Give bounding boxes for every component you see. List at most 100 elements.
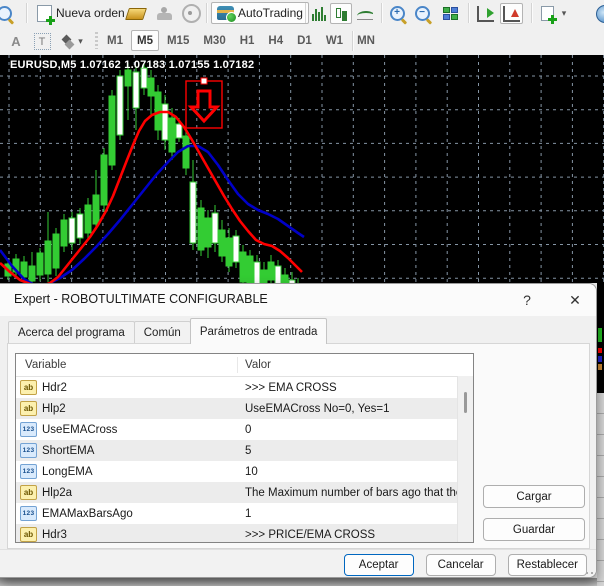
candle-body bbox=[218, 229, 226, 257]
timeframe-button-M1[interactable]: M1 bbox=[101, 30, 129, 51]
text-label-icon[interactable]: A bbox=[5, 31, 27, 52]
param-value[interactable]: 0 bbox=[238, 424, 473, 436]
timeframe-button-H1[interactable]: H1 bbox=[234, 30, 261, 51]
timeframe-button-M30[interactable]: M30 bbox=[197, 30, 231, 51]
restablecer-button[interactable]: Restablecer bbox=[507, 553, 587, 576]
toolbar-grip[interactable] bbox=[95, 32, 98, 49]
aceptar-button[interactable]: Aceptar bbox=[343, 553, 414, 576]
parameters-table[interactable]: Variable Valor ab Hdr2 >>> EMA CROSS ab Hlp2… bbox=[15, 353, 474, 543]
dialog-shadow bbox=[0, 578, 597, 586]
dialog-title-bar[interactable]: Expert - ROBOTULTIMATE CONFIGURABLE ? ✕ bbox=[0, 284, 596, 316]
column-header-valor[interactable]: Valor bbox=[238, 359, 271, 371]
timeframe-button-M5[interactable]: M5 bbox=[130, 30, 159, 51]
magnifier-icon[interactable] bbox=[0, 3, 15, 24]
param-value[interactable]: >>> PRICE/EMA CROSS bbox=[238, 529, 473, 541]
table-scrollbar[interactable] bbox=[457, 376, 473, 542]
param-name: Hdr3 bbox=[42, 528, 67, 541]
string-param-icon: ab bbox=[20, 527, 37, 542]
candle-body bbox=[124, 69, 132, 87]
column-header-variable[interactable]: Variable bbox=[16, 357, 238, 373]
timeframe-button-M15[interactable]: M15 bbox=[161, 30, 195, 51]
param-row-Hlp2[interactable]: ab Hlp2 UseEMACross No=0, Yes=1 bbox=[16, 398, 473, 419]
price-chart[interactable]: EURUSD,M5 1.07162 1.07183 1.07155 1.0718… bbox=[0, 55, 604, 310]
chart-shift-icon[interactable] bbox=[500, 3, 523, 24]
param-value[interactable]: 1 bbox=[238, 508, 473, 520]
toolbar-separator bbox=[352, 31, 353, 51]
timeframe-button-MN[interactable]: MN bbox=[351, 30, 381, 51]
guardar-button[interactable]: Guardar bbox=[483, 518, 585, 541]
param-row-ShortEMA[interactable]: 123 ShortEMA 5 bbox=[16, 440, 473, 461]
resize-grip[interactable] bbox=[591, 572, 593, 574]
string-param-icon: ab bbox=[20, 401, 37, 416]
param-value[interactable]: 5 bbox=[238, 445, 473, 457]
param-row-Hdr3[interactable]: ab Hdr3 >>> PRICE/EMA CROSS bbox=[16, 524, 473, 542]
line-chart-icon[interactable] bbox=[354, 3, 376, 24]
zoom-in-icon[interactable]: + bbox=[386, 3, 408, 24]
price-scale-mark bbox=[598, 356, 602, 362]
new-chart-dropdown-icon[interactable]: ▾ bbox=[558, 3, 570, 24]
dialog-title: Expert - ROBOTULTIMATE CONFIGURABLE bbox=[14, 292, 268, 306]
timeframe-button-D1[interactable]: D1 bbox=[291, 30, 318, 51]
auto-scroll-icon[interactable] bbox=[474, 3, 496, 24]
candle-body bbox=[189, 181, 197, 244]
background-panel-strip bbox=[597, 393, 604, 586]
param-value[interactable]: >>> EMA CROSS bbox=[238, 382, 473, 394]
zoom-out-icon[interactable]: − bbox=[411, 3, 433, 24]
candle-body bbox=[168, 117, 176, 153]
objects-list-icon[interactable]: ▾ bbox=[58, 31, 88, 52]
tile-windows-icon[interactable] bbox=[439, 3, 461, 24]
signals-icon[interactable] bbox=[180, 3, 202, 24]
gold-bar-icon[interactable] bbox=[125, 3, 147, 24]
new-order-button[interactable]: Nueva orden bbox=[31, 2, 131, 25]
help-button[interactable]: ? bbox=[514, 289, 540, 311]
text-box-icon[interactable]: T bbox=[31, 31, 53, 52]
param-value[interactable]: 10 bbox=[238, 466, 473, 478]
tab-acerca-del-programa[interactable]: Acerca del programa bbox=[8, 321, 135, 344]
table-header: Variable Valor bbox=[16, 354, 473, 377]
param-row-EMAMaxBarsAgo[interactable]: 123 EMAMaxBarsAgo 1 bbox=[16, 503, 473, 524]
candle-body bbox=[76, 213, 84, 239]
new-chart-icon[interactable] bbox=[536, 3, 558, 24]
param-row-Hdr2[interactable]: ab Hdr2 >>> EMA CROSS bbox=[16, 377, 473, 398]
timeframe-button-W1[interactable]: W1 bbox=[320, 30, 349, 51]
param-name: UseEMACross bbox=[42, 423, 118, 436]
cancelar-button[interactable]: Cancelar bbox=[425, 553, 496, 576]
param-row-Hlp2a[interactable]: ab Hlp2a The Maximum number of bars ago th… bbox=[16, 482, 473, 503]
param-name: EMAMaxBarsAgo bbox=[42, 507, 133, 520]
close-icon[interactable]: ✕ bbox=[562, 289, 588, 311]
sell-signal-object[interactable] bbox=[185, 77, 223, 129]
cargar-button[interactable]: Cargar bbox=[483, 485, 585, 508]
scrollbar-thumb[interactable] bbox=[464, 392, 467, 413]
integer-param-icon: 123 bbox=[20, 443, 37, 458]
candle-body bbox=[267, 261, 275, 281]
toolbar-separator bbox=[206, 3, 207, 23]
toolbar-separator bbox=[305, 3, 306, 23]
price-scale-mark bbox=[598, 364, 602, 370]
candle-body bbox=[175, 123, 183, 139]
new-order-icon bbox=[37, 4, 55, 25]
tab-com-n[interactable]: Común bbox=[133, 321, 191, 344]
timeframe-button-H4[interactable]: H4 bbox=[262, 30, 289, 51]
integer-param-icon: 123 bbox=[20, 464, 37, 479]
param-value[interactable]: UseEMACross No=0, Yes=1 bbox=[238, 403, 473, 415]
price-scale-mark bbox=[598, 328, 602, 342]
clock-icon[interactable] bbox=[594, 3, 604, 24]
param-name: LongEMA bbox=[42, 465, 93, 478]
tab-par-metros-de-entrada[interactable]: Parámetros de entrada bbox=[189, 318, 328, 344]
toolbar-separator bbox=[531, 3, 532, 23]
new-order-label: Nueva orden bbox=[56, 6, 125, 20]
param-row-UseEMACross[interactable]: 123 UseEMACross 0 bbox=[16, 419, 473, 440]
autotrading-button[interactable]: AutoTrading bbox=[211, 2, 309, 24]
operator-icon[interactable] bbox=[153, 3, 175, 24]
candle-body bbox=[197, 207, 205, 251]
candle-body bbox=[161, 103, 169, 141]
toolbar-separator bbox=[26, 3, 27, 23]
candle-body bbox=[281, 274, 289, 299]
integer-param-icon: 123 bbox=[20, 422, 37, 437]
bar-chart-icon[interactable] bbox=[308, 3, 330, 24]
param-row-LongEMA[interactable]: 123 LongEMA 10 bbox=[16, 461, 473, 482]
candle-body bbox=[44, 240, 52, 275]
candlestick-chart-icon[interactable] bbox=[330, 3, 352, 24]
param-value[interactable]: The Maximum number of bars ago that the … bbox=[238, 487, 473, 499]
candle-body bbox=[84, 204, 92, 234]
